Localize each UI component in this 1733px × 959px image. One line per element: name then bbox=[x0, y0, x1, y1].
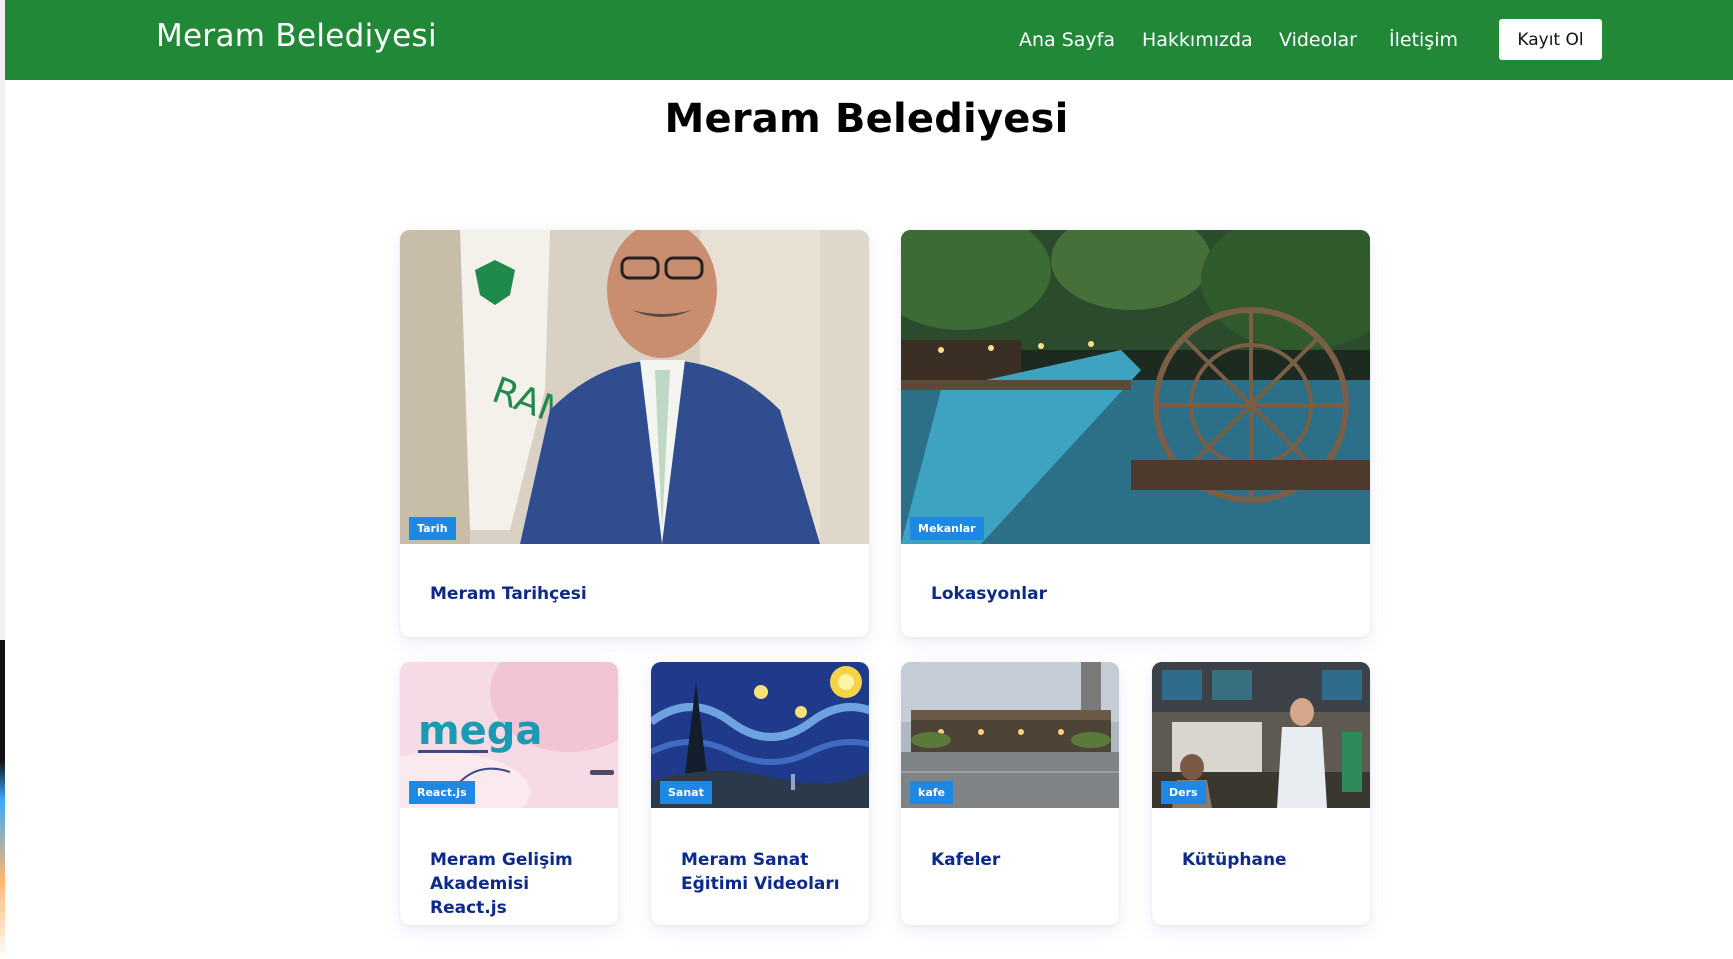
register-button[interactable]: Kayıt Ol bbox=[1499, 19, 1602, 60]
nav-link-videos[interactable]: Videolar bbox=[1279, 29, 1357, 51]
card-title[interactable]: Kütüphane bbox=[1182, 848, 1350, 872]
nav-link-home[interactable]: Ana Sayfa bbox=[1019, 29, 1115, 51]
mega-logo-text: mega bbox=[418, 708, 542, 754]
card-title[interactable]: Lokasyonlar bbox=[931, 582, 1350, 606]
category-badge: kafe bbox=[910, 781, 953, 804]
card-library[interactable]: Ders Kütüphane bbox=[1152, 662, 1370, 925]
brand-logo-text[interactable]: Meram Belediyesi bbox=[156, 18, 437, 54]
category-badge: Tarih bbox=[409, 517, 456, 540]
card-cafes[interactable]: kafe Kafeler bbox=[901, 662, 1119, 925]
category-badge: Sanat bbox=[660, 781, 712, 804]
card-image-canal bbox=[901, 230, 1370, 544]
card-meram-history[interactable]: RAM Tarih Meram Tarihçesi bbox=[400, 230, 869, 637]
top-navbar: Meram Belediyesi Ana Sayfa Hakkımızda Vi… bbox=[5, 0, 1733, 80]
page-title: Meram Belediyesi bbox=[664, 96, 1069, 142]
category-badge: React.js bbox=[409, 781, 475, 804]
window-edge-glow bbox=[0, 760, 5, 959]
card-title[interactable]: Meram Sanat Eğitimi Videoları bbox=[681, 848, 849, 896]
nav-link-about[interactable]: Hakkımızda bbox=[1142, 29, 1253, 51]
card-title[interactable]: Meram Tarihçesi bbox=[430, 582, 849, 606]
category-badge: Mekanlar bbox=[910, 517, 984, 540]
card-locations[interactable]: Mekanlar Lokasyonlar bbox=[901, 230, 1370, 637]
nav-link-contact[interactable]: İletişim bbox=[1389, 29, 1458, 51]
category-badge: Ders bbox=[1161, 781, 1206, 804]
card-react-academy[interactable]: mega React.js Meram Gelişim Akademisi Re… bbox=[400, 662, 618, 925]
card-title[interactable]: Meram Gelişim Akademisi React.js bbox=[430, 848, 598, 920]
card-art-videos[interactable]: Sanat Meram Sanat Eğitimi Videoları bbox=[651, 662, 869, 925]
card-title[interactable]: Kafeler bbox=[931, 848, 1099, 872]
card-image-mayor: RAM bbox=[400, 230, 869, 544]
